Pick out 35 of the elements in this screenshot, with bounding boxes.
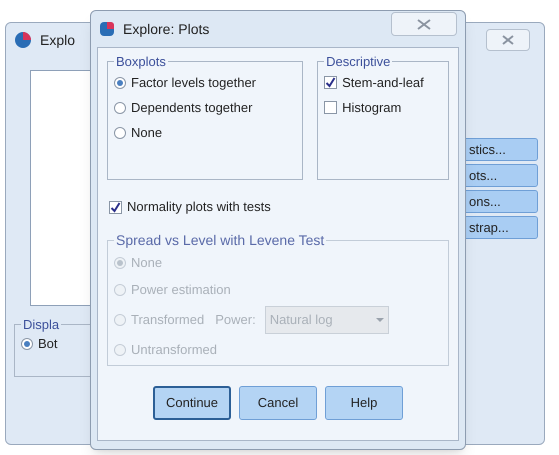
group-label: Boxplots: [115, 53, 167, 71]
dropdown-arrow-icon: [376, 318, 384, 322]
option-label: None: [131, 254, 162, 272]
group-label: Displa: [22, 316, 60, 334]
radio-button[interactable]: [114, 102, 126, 114]
window-title: Explo: [40, 30, 76, 50]
dialog-button[interactable]: Continue: [153, 386, 231, 420]
app-icon: [99, 21, 115, 37]
option-label: Transformed: [131, 311, 204, 330]
radio-button[interactable]: [21, 338, 33, 350]
app-icon: [14, 31, 32, 49]
option-label: Bot: [38, 334, 58, 353]
dialog-button[interactable]: Help: [325, 386, 403, 420]
power-label: Power:: [215, 311, 256, 330]
checkbox-label: Normality plots with tests: [127, 198, 271, 216]
radio-button[interactable]: [114, 126, 126, 138]
option-label: Untransformed: [131, 341, 217, 360]
option-label: Dependents together: [131, 98, 252, 117]
group-label: Spread vs Level with Levene Test: [115, 231, 326, 250]
window-title: Explore: Plots: [123, 20, 210, 39]
dialog-button[interactable]: Cancel: [239, 386, 317, 420]
option-label: None: [131, 124, 162, 142]
close-icon: [502, 35, 514, 45]
checkbox[interactable]: [109, 200, 122, 214]
close-button[interactable]: [486, 29, 530, 51]
group-label: Descriptive: [325, 53, 392, 71]
option-label: Power estimation: [131, 281, 231, 300]
close-icon: [417, 18, 431, 30]
checkbox[interactable]: [324, 101, 338, 114]
option-label: Factor levels together: [131, 74, 256, 92]
checkbox-label: Histogram: [342, 98, 402, 117]
close-button[interactable]: [391, 12, 457, 36]
radio-button[interactable]: [114, 76, 126, 88]
checkbox-label: Stem-and-leaf: [342, 74, 424, 92]
checkbox[interactable]: [324, 76, 338, 89]
